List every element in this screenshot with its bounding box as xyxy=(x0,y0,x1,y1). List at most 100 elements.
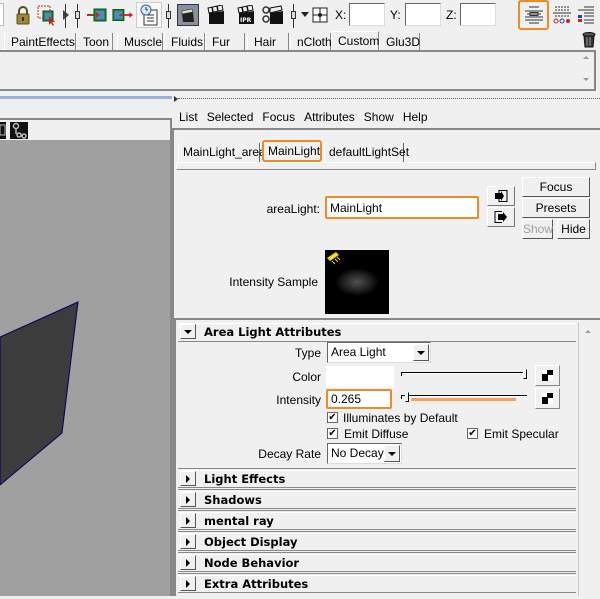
x-coordinate-input[interactable] xyxy=(349,3,385,26)
ipr-render-icon[interactable]: IPR xyxy=(235,4,257,26)
intensity-map-button[interactable] xyxy=(535,388,560,409)
collapse-toggle[interactable] xyxy=(180,324,196,339)
node-name-input[interactable] xyxy=(325,196,479,219)
color-slider-handle[interactable] xyxy=(523,369,527,379)
input-connections-button[interactable] xyxy=(487,186,515,206)
scroll-down-icon[interactable] xyxy=(583,78,589,81)
section-light-effects[interactable]: Light Effects xyxy=(178,468,576,488)
show-button[interactable]: Show xyxy=(522,219,553,239)
shelf-scrollbar[interactable] xyxy=(578,52,594,89)
section-node-behavior[interactable]: Node Behavior xyxy=(178,552,576,572)
area-light-mesh[interactable] xyxy=(0,140,170,596)
menu-selected[interactable]: Selected xyxy=(206,108,258,128)
section-extra-attributes[interactable]: Extra Attributes xyxy=(178,573,576,593)
illuminates-by-default-checkbox[interactable]: ✔ xyxy=(327,412,338,423)
tool-settings-icon[interactable] xyxy=(551,4,573,26)
collapse-arrow-icon[interactable] xyxy=(62,4,70,26)
z-coordinate-input[interactable] xyxy=(460,3,496,26)
section-mental-ray[interactable]: mental ray xyxy=(178,510,576,530)
node-tab-underbar xyxy=(176,162,596,170)
color-swatch[interactable] xyxy=(326,366,394,388)
shelf-tab-fluids[interactable]: Fluids xyxy=(164,33,205,51)
lock-icon[interactable] xyxy=(12,4,34,26)
viewport-canvas[interactable] xyxy=(0,140,170,596)
emit-diffuse-checkbox[interactable]: ✔ xyxy=(327,428,338,439)
attributes-scrollbar[interactable] xyxy=(578,322,596,596)
triangle-right-icon xyxy=(186,558,190,567)
expand-toggle[interactable] xyxy=(180,471,196,486)
input-connection-icon[interactable] xyxy=(86,4,108,26)
snap-icon[interactable] xyxy=(311,4,329,26)
menu-attributes[interactable]: Attributes xyxy=(303,108,359,128)
intensity-slider-track[interactable] xyxy=(401,395,527,397)
shelf-tab-custom[interactable]: Custom xyxy=(331,31,379,51)
viewport-isolate-icon[interactable] xyxy=(10,122,28,139)
focus-button[interactable]: Focus xyxy=(522,177,590,197)
scroll-up-icon[interactable] xyxy=(583,56,589,59)
triangle-right-icon xyxy=(186,516,190,525)
panel-divider[interactable] xyxy=(178,98,600,102)
snap-dropdown-icon[interactable] xyxy=(300,4,310,26)
dropdown-arrow-icon[interactable] xyxy=(413,344,429,361)
render-view-icon[interactable] xyxy=(176,3,200,27)
expand-toggle[interactable] xyxy=(180,534,196,549)
scroll-up-icon[interactable] xyxy=(585,330,591,333)
expand-toggle[interactable] xyxy=(180,576,196,591)
menu-list[interactable]: List xyxy=(178,108,202,128)
triangle-right-icon xyxy=(186,579,190,588)
intensity-label: Intensity xyxy=(276,393,321,407)
emit-specular-checkbox[interactable]: ✔ xyxy=(467,428,478,439)
select-icon[interactable] xyxy=(36,4,58,26)
shelf-tab-toon[interactable]: Toon xyxy=(76,33,113,51)
shelf-content-area xyxy=(0,50,596,91)
toolbar-separator-handle[interactable] xyxy=(75,11,80,19)
attribute-editor-menubar: List Selected Focus Attributes Show Help xyxy=(178,108,436,128)
section-area-light-attributes[interactable]: Area Light Attributes xyxy=(178,322,576,342)
intensity-input[interactable] xyxy=(326,389,392,409)
decay-rate-dropdown[interactable]: No Decay xyxy=(327,443,402,464)
shelf-tab-ncloth[interactable]: nCloth xyxy=(290,33,332,51)
type-dropdown[interactable]: Area Light xyxy=(327,342,431,363)
node-tab-defaultlightset[interactable]: defaultLightSet xyxy=(324,143,409,162)
y-coordinate-input[interactable] xyxy=(405,3,441,26)
shelf-tab-hair[interactable]: Hair xyxy=(247,33,289,51)
viewport-tool-icon[interactable] xyxy=(0,122,6,139)
section-shadows[interactable]: Shadows xyxy=(178,489,576,509)
node-tab-mainlight-area[interactable]: MainLight_area xyxy=(178,143,266,162)
channel-box-icon[interactable] xyxy=(575,4,597,26)
node-tab-mainlight[interactable]: MainLight xyxy=(262,140,322,162)
menu-show[interactable]: Show xyxy=(363,108,398,128)
shelf-tab-painteffects[interactable]: PaintEffects xyxy=(4,33,76,51)
trash-icon[interactable] xyxy=(582,32,596,48)
expand-toggle[interactable] xyxy=(180,555,196,570)
color-slider-track[interactable] xyxy=(401,372,527,374)
dropdown-arrow-icon[interactable] xyxy=(384,445,400,462)
emit-diffuse-label: Emit Diffuse xyxy=(344,427,409,441)
hide-button[interactable]: Hide xyxy=(557,219,590,239)
shelf-tab-muscle[interactable]: Muscle xyxy=(117,33,163,51)
shelf-tab-fur[interactable]: Fur xyxy=(205,33,245,51)
checker-map-icon xyxy=(542,393,553,404)
section-title: Area Light Attributes xyxy=(204,325,342,339)
section-title: Extra Attributes xyxy=(204,577,309,591)
intensity-slider-handle[interactable] xyxy=(405,392,409,402)
section-title: Shadows xyxy=(204,493,262,507)
toolbar-separator-handle[interactable] xyxy=(291,11,296,19)
toolbar-separator-handle[interactable] xyxy=(166,11,171,19)
output-connections-button[interactable] xyxy=(487,207,515,227)
menu-help[interactable]: Help xyxy=(402,108,432,128)
main-toolbar: IPR X: Y: Z: xyxy=(0,0,600,32)
render-settings-icon[interactable] xyxy=(262,4,284,26)
menu-focus[interactable]: Focus xyxy=(261,108,299,128)
type-label: Type xyxy=(294,346,321,360)
history-icon[interactable] xyxy=(136,2,162,28)
shelf-tab-glu3d[interactable]: Glu3D xyxy=(379,33,420,51)
color-map-button[interactable] xyxy=(535,365,560,386)
presets-button[interactable]: Presets xyxy=(522,198,590,218)
attribute-editor-icon[interactable] xyxy=(518,0,549,30)
expand-toggle[interactable] xyxy=(180,492,196,507)
expand-toggle[interactable] xyxy=(180,513,196,528)
render-frame-icon[interactable] xyxy=(205,4,227,26)
output-connection-icon[interactable] xyxy=(112,4,134,26)
section-object-display[interactable]: Object Display xyxy=(178,531,576,551)
